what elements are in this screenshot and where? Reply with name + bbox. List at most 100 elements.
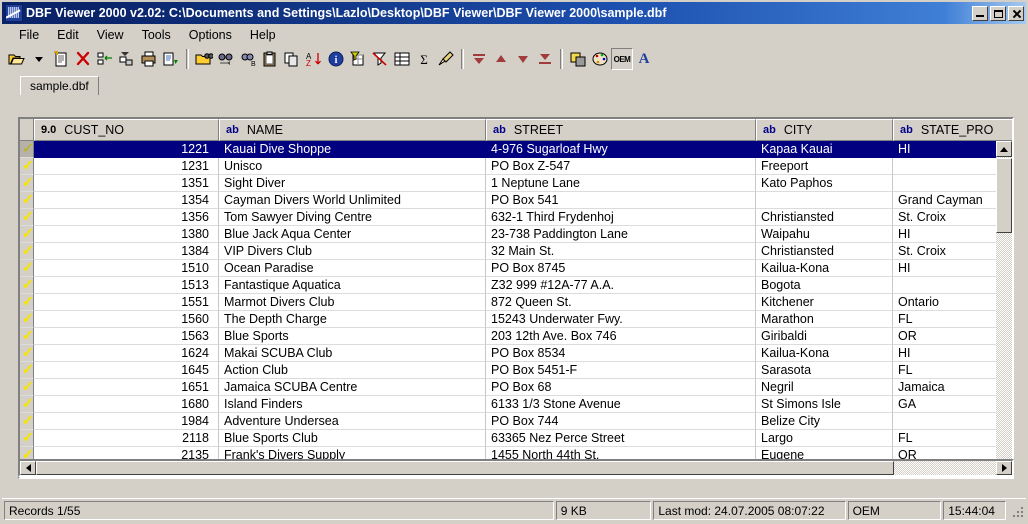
filter-button[interactable] bbox=[347, 48, 369, 70]
design-colors-button[interactable] bbox=[589, 48, 611, 70]
cell-name[interactable]: Jamaica SCUBA Centre bbox=[219, 379, 486, 396]
info-button[interactable]: i bbox=[325, 48, 347, 70]
resize-grip-icon[interactable] bbox=[1010, 504, 1024, 518]
table-row[interactable]: ✓ 1560 The Depth Charge 15243 Underwater Fw… bbox=[20, 311, 1012, 328]
cell-state-pro[interactable] bbox=[893, 413, 1012, 430]
cell-city[interactable]: Sarasota bbox=[756, 362, 893, 379]
tab-sample-dbf[interactable]: sample.dbf bbox=[20, 76, 99, 95]
row-marker-gutter[interactable]: ✓ bbox=[20, 209, 34, 226]
cell-city[interactable]: Largo bbox=[756, 430, 893, 447]
cell-state-pro[interactable]: St. Croix bbox=[893, 209, 1012, 226]
table-row[interactable]: ✓ 1384 VIP Divers Club 32 Main St. Christian… bbox=[20, 243, 1012, 260]
horizontal-scrollbar[interactable] bbox=[18, 459, 1014, 477]
row-marker-gutter[interactable]: ✓ bbox=[20, 192, 34, 209]
row-marker-gutter[interactable]: ✓ bbox=[20, 158, 34, 175]
horizontal-scroll-thumb[interactable] bbox=[36, 461, 894, 475]
menu-options[interactable]: Options bbox=[180, 26, 241, 44]
row-marker-gutter[interactable]: ✓ bbox=[20, 277, 34, 294]
cell-name[interactable]: Action Club bbox=[219, 362, 486, 379]
cell-street[interactable]: PO Box 5451-F bbox=[486, 362, 756, 379]
delete-record-button[interactable] bbox=[72, 48, 94, 70]
cell-cust-no[interactable]: 1624 bbox=[34, 345, 219, 362]
ansi-font-button[interactable]: A bbox=[633, 48, 655, 70]
vertical-scrollbar[interactable] bbox=[996, 141, 1012, 477]
vertical-scroll-thumb[interactable] bbox=[996, 158, 1012, 233]
table-row[interactable]: ✓ 1510 Ocean Paradise PO Box 8745 Kailua-Kon… bbox=[20, 260, 1012, 277]
row-marker-gutter[interactable]: ✓ bbox=[20, 328, 34, 345]
cell-name[interactable]: Blue Jack Aqua Center bbox=[219, 226, 486, 243]
cell-name[interactable]: Marmot Divers Club bbox=[219, 294, 486, 311]
table-row[interactable]: ✓ 1624 Makai SCUBA Club PO Box 8534 Kailua-K… bbox=[20, 345, 1012, 362]
row-marker-gutter[interactable]: ✓ bbox=[20, 345, 34, 362]
cell-cust-no[interactable]: 1645 bbox=[34, 362, 219, 379]
table-row[interactable]: ✓ 2118 Blue Sports Club 63365 Nez Perce Str… bbox=[20, 430, 1012, 447]
cell-cust-no[interactable]: 1680 bbox=[34, 396, 219, 413]
cell-street[interactable]: 32 Main St. bbox=[486, 243, 756, 260]
new-record-button[interactable] bbox=[50, 48, 72, 70]
cell-cust-no[interactable]: 1510 bbox=[34, 260, 219, 277]
cell-name[interactable]: The Depth Charge bbox=[219, 311, 486, 328]
copy-record-button[interactable] bbox=[281, 48, 303, 70]
cell-street[interactable]: PO Box 541 bbox=[486, 192, 756, 209]
cell-cust-no[interactable]: 1560 bbox=[34, 311, 219, 328]
pack-structure-button[interactable] bbox=[116, 48, 138, 70]
cell-city[interactable]: St Simons Isle bbox=[756, 396, 893, 413]
table-row[interactable]: ✓ 1351 Sight Diver 1 Neptune Lane Kato Papho… bbox=[20, 175, 1012, 192]
oem-encoding-toggle[interactable]: OEM bbox=[611, 48, 633, 70]
export-button[interactable] bbox=[160, 48, 182, 70]
cell-city[interactable]: Freeport bbox=[756, 158, 893, 175]
table-row[interactable]: ✓ 1380 Blue Jack Aqua Center 23-738 Padding… bbox=[20, 226, 1012, 243]
scroll-left-button[interactable] bbox=[20, 461, 36, 475]
cell-cust-no[interactable]: 1380 bbox=[34, 226, 219, 243]
cell-street[interactable]: 632-1 Third Frydenhoj bbox=[486, 209, 756, 226]
open-file-button[interactable] bbox=[6, 48, 28, 70]
menu-file[interactable]: File bbox=[10, 26, 48, 44]
cell-city[interactable]: Christiansted bbox=[756, 243, 893, 260]
find-button[interactable] bbox=[215, 48, 237, 70]
scroll-up-button[interactable] bbox=[996, 141, 1012, 157]
cell-city[interactable]: Negril bbox=[756, 379, 893, 396]
cell-street[interactable]: 15243 Underwater Fwy. bbox=[486, 311, 756, 328]
cell-state-pro[interactable]: HI bbox=[893, 345, 1012, 362]
row-marker-gutter[interactable]: ✓ bbox=[20, 396, 34, 413]
cell-name[interactable]: Unisco bbox=[219, 158, 486, 175]
row-marker-gutter[interactable]: ✓ bbox=[20, 311, 34, 328]
cell-street[interactable]: PO Box 68 bbox=[486, 379, 756, 396]
cell-city[interactable]: Marathon bbox=[756, 311, 893, 328]
column-header-state-pro[interactable]: ab STATE_PRO bbox=[893, 119, 1012, 141]
menu-help[interactable]: Help bbox=[241, 26, 285, 44]
cell-cust-no[interactable]: 1513 bbox=[34, 277, 219, 294]
cell-cust-no[interactable]: 2118 bbox=[34, 430, 219, 447]
row-marker-gutter[interactable]: ✓ bbox=[20, 413, 34, 430]
first-record-button[interactable] bbox=[468, 48, 490, 70]
previous-record-button[interactable] bbox=[490, 48, 512, 70]
cell-cust-no[interactable]: 1551 bbox=[34, 294, 219, 311]
cell-cust-no[interactable]: 1563 bbox=[34, 328, 219, 345]
cell-name[interactable]: Kauai Dive Shoppe bbox=[219, 141, 486, 158]
memo-window-button[interactable] bbox=[567, 48, 589, 70]
cell-city[interactable]: Kapaa Kauai bbox=[756, 141, 893, 158]
cell-state-pro[interactable]: GA bbox=[893, 396, 1012, 413]
cell-name[interactable]: Ocean Paradise bbox=[219, 260, 486, 277]
table-row[interactable]: ✓ 1984 Adventure Undersea PO Box 744 Belize … bbox=[20, 413, 1012, 430]
cell-cust-no[interactable]: 1384 bbox=[34, 243, 219, 260]
table-row[interactable]: ✓ 1231 Unisco PO Box Z-547 Freeport bbox=[20, 158, 1012, 175]
maximize-button[interactable] bbox=[990, 5, 1006, 21]
cell-state-pro[interactable]: FL bbox=[893, 430, 1012, 447]
cell-cust-no[interactable]: 1356 bbox=[34, 209, 219, 226]
table-row[interactable]: ✓ 1513 Fantastique Aquatica Z32 999 #12A-77… bbox=[20, 277, 1012, 294]
row-marker-gutter[interactable]: ✓ bbox=[20, 379, 34, 396]
row-marker-gutter[interactable]: ✓ bbox=[20, 226, 34, 243]
cell-cust-no[interactable]: 1221 bbox=[34, 141, 219, 158]
cell-name[interactable]: Island Finders bbox=[219, 396, 486, 413]
cell-street[interactable]: PO Box Z-547 bbox=[486, 158, 756, 175]
cell-state-pro[interactable]: HI bbox=[893, 226, 1012, 243]
cell-city[interactable]: Waipahu bbox=[756, 226, 893, 243]
cell-state-pro[interactable]: Grand Cayman bbox=[893, 192, 1012, 209]
cell-name[interactable]: Sight Diver bbox=[219, 175, 486, 192]
table-row[interactable]: ✓ 1563 Blue Sports 203 12th Ave. Box 746 Gir… bbox=[20, 328, 1012, 345]
cell-cust-no[interactable]: 1231 bbox=[34, 158, 219, 175]
cell-street[interactable]: 63365 Nez Perce Street bbox=[486, 430, 756, 447]
paste-record-button[interactable] bbox=[259, 48, 281, 70]
cell-city[interactable]: Belize City bbox=[756, 413, 893, 430]
